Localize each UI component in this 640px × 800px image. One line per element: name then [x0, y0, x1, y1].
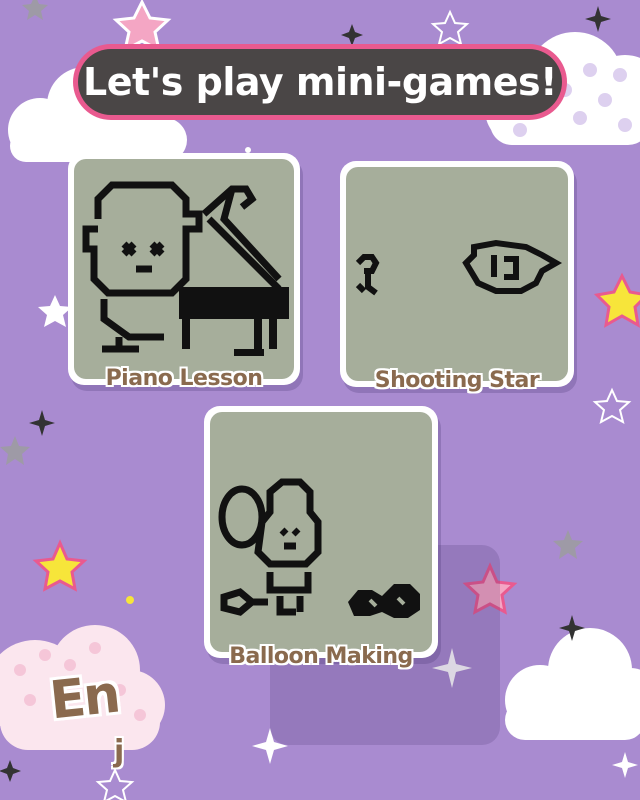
lcd-screen: [210, 412, 432, 652]
shooting-star-icon: [355, 239, 563, 296]
cloud-decoration: [505, 628, 640, 740]
balloon-character-icon: [218, 478, 420, 618]
game-title-shooting-star: Shooting Star: [374, 368, 540, 393]
piano-character-icon: [82, 181, 289, 356]
lcd-screen: [346, 167, 568, 381]
game-card-piano-lesson[interactable]: Piano Lesson: [68, 153, 300, 391]
lcd-screen: [74, 159, 294, 379]
language-primary: En: [47, 664, 122, 732]
page-title: Let's play mini-games!: [78, 49, 562, 115]
language-toggle[interactable]: En j: [47, 664, 150, 798]
game-card-balloon-making[interactable]: Balloon Making: [204, 406, 438, 669]
language-secondary: j: [114, 734, 125, 769]
game-title-balloon-making: Balloon Making: [229, 644, 413, 669]
title-banner: Let's play mini-games!: [73, 44, 567, 120]
game-card-shooting-star[interactable]: Shooting Star: [340, 161, 574, 393]
game-title-piano-lesson: Piano Lesson: [105, 366, 263, 391]
